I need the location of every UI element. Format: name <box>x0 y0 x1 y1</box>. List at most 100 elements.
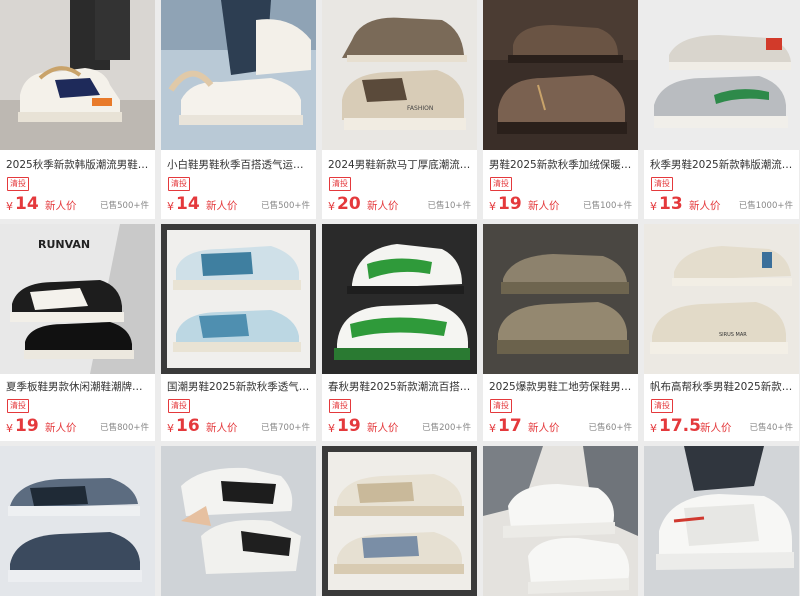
price-row: ¥ 13 新人价 已售1000+件 <box>650 193 793 215</box>
new-user-price-tag: 新人价 <box>206 422 238 434</box>
new-user-price-tag: 新人价 <box>528 422 560 434</box>
new-user-price-tag: 新人价 <box>528 200 560 212</box>
price: 19 <box>15 416 39 436</box>
product-title[interactable]: 帆布高帮秋季男鞋2025新款秋… <box>650 379 793 395</box>
clearance-badge: 清投 <box>490 177 512 191</box>
price: 19 <box>498 194 522 214</box>
sold-count: 已售200+件 <box>422 423 471 433</box>
sold-count: 已售10+件 <box>427 201 471 211</box>
currency-symbol: ¥ <box>328 422 335 435</box>
currency-symbol: ¥ <box>650 422 657 435</box>
clearance-badge: 清投 <box>651 399 673 413</box>
product-title[interactable]: 夏季板鞋男款休闲潮鞋潮牌黑… <box>6 379 149 395</box>
new-user-price-tag: 新人价 <box>45 200 77 212</box>
product-image[interactable] <box>0 446 155 596</box>
new-user-price-tag: 新人价 <box>45 422 77 434</box>
new-user-price-tag: 新人价 <box>206 200 238 212</box>
clearance-badge: 清投 <box>7 177 29 191</box>
product-title[interactable]: 秋季男鞋2025新款韩版潮流百… <box>650 157 793 173</box>
currency-symbol: ¥ <box>167 200 174 213</box>
product-card[interactable]: 国潮男鞋2025新款秋季透气百… 清投 ¥ 16 新人价 已售700+件 <box>161 224 316 441</box>
product-title[interactable]: 小白鞋男鞋秋季百搭透气运动… <box>167 157 310 173</box>
price: 17 <box>498 416 522 436</box>
product-card[interactable] <box>161 446 316 596</box>
clearance-badge: 清投 <box>329 399 351 413</box>
price: 19 <box>337 416 361 436</box>
clearance-badge: 清投 <box>7 399 29 413</box>
product-card[interactable] <box>483 446 638 596</box>
sold-count: 已售40+件 <box>749 423 793 433</box>
product-title[interactable]: 2024男鞋新款马丁厚底潮流增… <box>328 157 471 173</box>
product-image[interactable] <box>483 224 638 374</box>
product-image[interactable]: RUNVAN <box>0 224 155 374</box>
price: 16 <box>176 416 200 436</box>
price: 14 <box>15 194 39 214</box>
product-title[interactable]: 国潮男鞋2025新款秋季透气百… <box>167 379 310 395</box>
product-title[interactable]: 2025秋季新款韩版潮流男鞋男… <box>6 157 149 173</box>
sold-count: 已售1000+件 <box>738 201 793 211</box>
product-card[interactable]: FASHION 2024男鞋新款马丁厚底潮流增… 清投 ¥ 20 新人价 已售1… <box>322 0 477 219</box>
product-image[interactable] <box>0 0 155 150</box>
price-row: ¥ 14 新人价 已售500+件 <box>167 193 310 215</box>
currency-symbol: ¥ <box>650 200 657 213</box>
price-row: ¥ 17 新人价 已售60+件 <box>489 415 632 437</box>
brand-text: RUNVAN <box>38 238 90 251</box>
price-row: ¥ 19 新人价 已售100+件 <box>489 193 632 215</box>
product-image[interactable] <box>644 446 799 596</box>
product-card[interactable]: 小白鞋男鞋秋季百搭透气运动… 清投 ¥ 14 新人价 已售500+件 <box>161 0 316 219</box>
product-image[interactable] <box>322 224 477 374</box>
product-image[interactable]: SIRUS MAR <box>644 224 799 374</box>
sold-count: 已售100+件 <box>583 201 632 211</box>
currency-symbol: ¥ <box>167 422 174 435</box>
product-title[interactable]: 春秋男鞋2025新款潮流百搭港… <box>328 379 471 395</box>
product-image[interactable] <box>161 224 316 374</box>
sold-count: 已售500+件 <box>261 201 310 211</box>
price: 17.5 <box>659 416 701 436</box>
product-image[interactable] <box>322 446 477 596</box>
product-image[interactable] <box>644 0 799 150</box>
product-image[interactable] <box>161 446 316 596</box>
product-card[interactable] <box>0 446 155 596</box>
clearance-badge: 清投 <box>168 177 190 191</box>
new-user-price-tag: 新人价 <box>367 200 399 212</box>
price-row: ¥ 19 新人价 已售200+件 <box>328 415 471 437</box>
price-row: ¥ 19 新人价 已售800+件 <box>6 415 149 437</box>
product-card[interactable]: 春秋男鞋2025新款潮流百搭港… 清投 ¥ 19 新人价 已售200+件 <box>322 224 477 441</box>
new-user-price-tag: 新人价 <box>367 422 399 434</box>
sold-count: 已售800+件 <box>100 423 149 433</box>
product-card[interactable] <box>322 446 477 596</box>
product-card[interactable]: 2025爆款男鞋工地劳保鞋男四… 清投 ¥ 17 新人价 已售60+件 <box>483 224 638 441</box>
product-image[interactable] <box>161 0 316 150</box>
new-user-price-tag: 新人价 <box>689 200 721 212</box>
new-user-price-tag: 新人价 <box>700 422 732 434</box>
product-image[interactable]: FASHION <box>322 0 477 150</box>
price-row: ¥ 14 新人价 已售500+件 <box>6 193 149 215</box>
currency-symbol: ¥ <box>328 200 335 213</box>
currency-symbol: ¥ <box>6 200 13 213</box>
product-card[interactable]: RUNVAN 夏季板鞋男款休闲潮鞋潮牌黑… 清投 ¥ 19 新人价 已售800+… <box>0 224 155 441</box>
clearance-badge: 清投 <box>490 399 512 413</box>
clearance-badge: 清投 <box>329 177 351 191</box>
currency-symbol: ¥ <box>6 422 13 435</box>
sold-count: 已售60+件 <box>588 423 632 433</box>
product-grid: 2025秋季新款韩版潮流男鞋男… 清投 ¥ 14 新人价 已售500+件 小白鞋… <box>0 0 800 596</box>
price: 14 <box>176 194 200 214</box>
product-image[interactable] <box>483 0 638 150</box>
product-card[interactable]: SIRUS MAR 帆布高帮秋季男鞋2025新款秋… 清投 ¥ 17.5 新人价… <box>644 224 799 441</box>
clearance-badge: 清投 <box>168 399 190 413</box>
product-title[interactable]: 2025爆款男鞋工地劳保鞋男四… <box>489 379 632 395</box>
price-row: ¥ 20 新人价 已售10+件 <box>328 193 471 215</box>
product-card[interactable]: 秋季男鞋2025新款韩版潮流百… 清投 ¥ 13 新人价 已售1000+件 <box>644 0 799 219</box>
product-title[interactable]: 男鞋2025新款秋季加绒保暖男… <box>489 157 632 173</box>
price: 20 <box>337 194 361 214</box>
brand-text: SIRUS MAR <box>719 332 747 338</box>
clearance-badge: 清投 <box>651 177 673 191</box>
product-card[interactable]: 男鞋2025新款秋季加绒保暖男… 清投 ¥ 19 新人价 已售100+件 <box>483 0 638 219</box>
product-card[interactable] <box>644 446 799 596</box>
product-image[interactable] <box>483 446 638 596</box>
currency-symbol: ¥ <box>489 422 496 435</box>
product-card[interactable]: 2025秋季新款韩版潮流男鞋男… 清投 ¥ 14 新人价 已售500+件 <box>0 0 155 219</box>
price-row: ¥ 17.5 新人价 已售40+件 <box>650 415 793 437</box>
sold-count: 已售700+件 <box>261 423 310 433</box>
currency-symbol: ¥ <box>489 200 496 213</box>
